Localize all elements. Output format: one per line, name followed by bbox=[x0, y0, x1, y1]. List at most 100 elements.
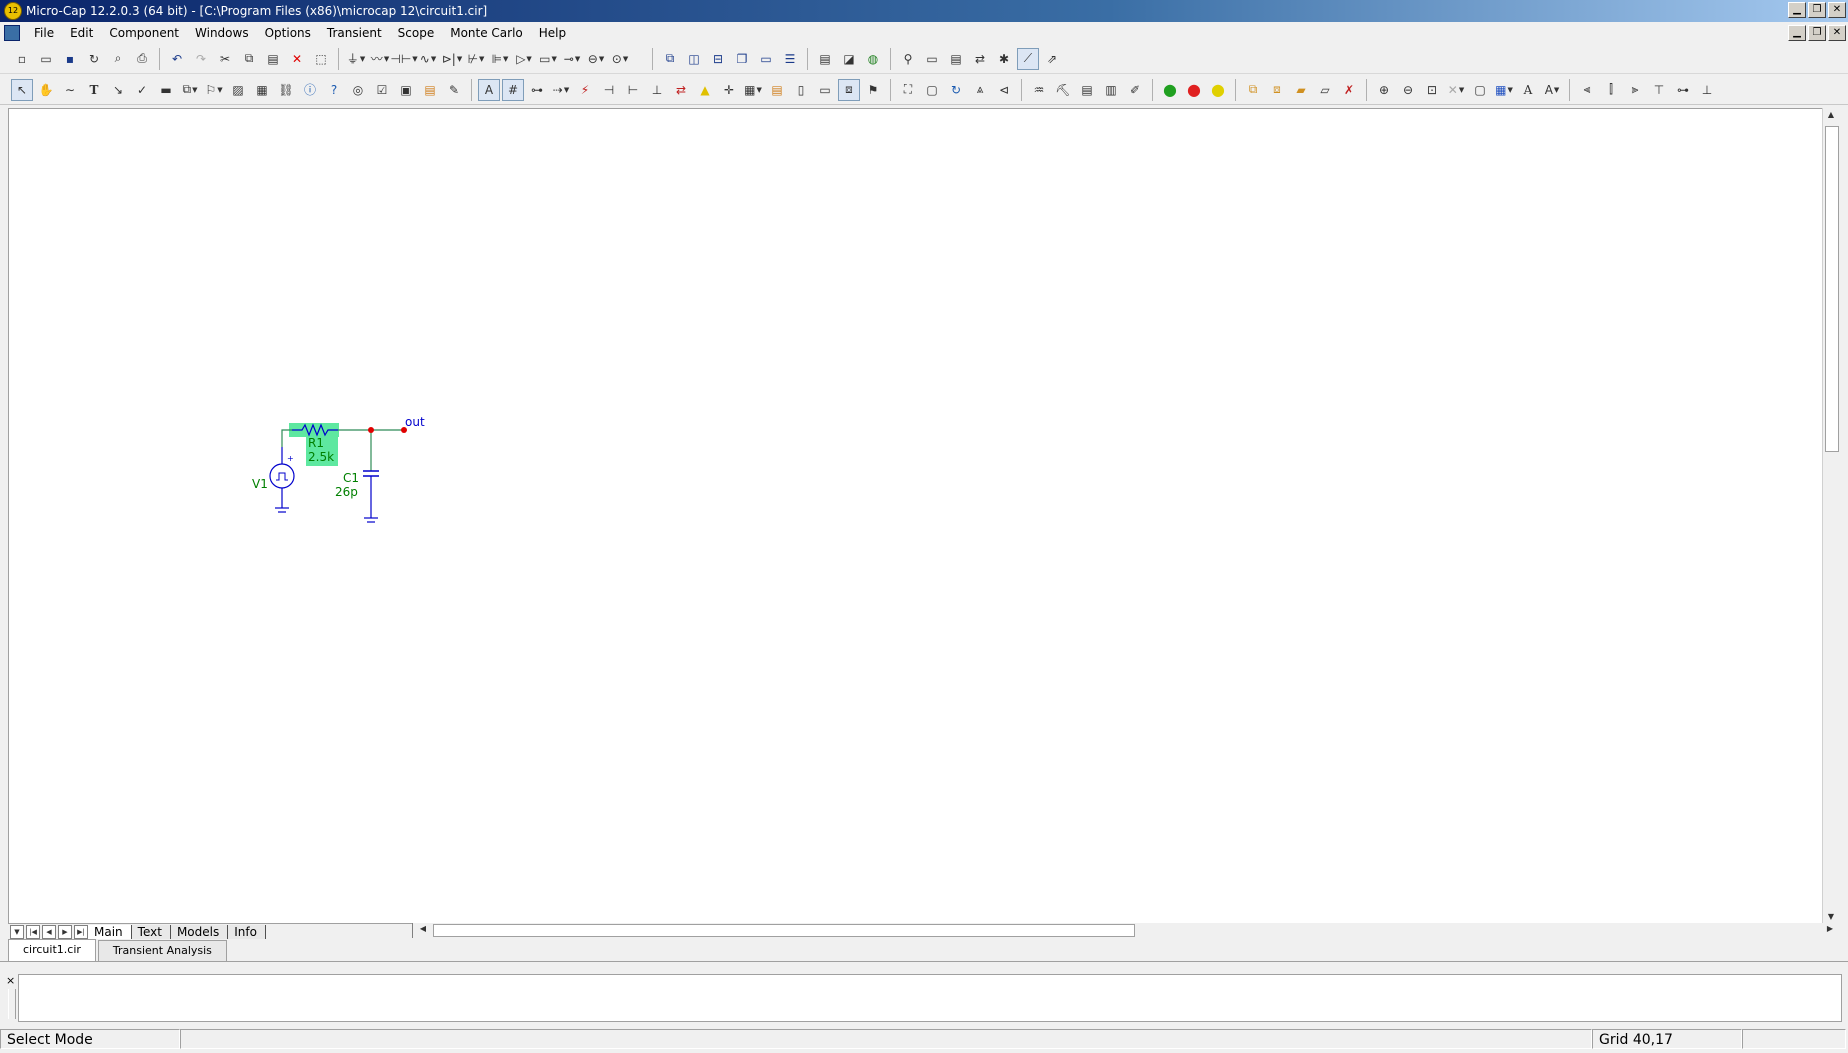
print-preview-icon[interactable]: ⌕ bbox=[107, 48, 129, 70]
group-icon[interactable]: ⧉ bbox=[1242, 79, 1264, 101]
menu-scope[interactable]: Scope bbox=[390, 26, 443, 40]
sheet-tab-models[interactable]: Models bbox=[170, 924, 229, 939]
transient-icon[interactable]: ▤ bbox=[945, 48, 967, 70]
horizontal-scrollbar[interactable]: ◀ ▶ bbox=[412, 923, 1840, 938]
scroll-left-arrow-icon[interactable]: ◀ bbox=[415, 924, 431, 933]
ground-icon[interactable]: ⏚ ▼ bbox=[345, 48, 367, 70]
mdi-restore-button[interactable]: ❐ bbox=[1808, 25, 1826, 41]
diode-icon[interactable]: ⊳| ▼ bbox=[441, 48, 463, 70]
scroll-down-arrow-icon[interactable]: ▼ bbox=[1823, 912, 1839, 921]
power-icon[interactable]: ⊣ bbox=[598, 79, 620, 101]
r1-ref-label[interactable]: R1 bbox=[308, 436, 324, 450]
maximize-icon[interactable]: ▭ bbox=[755, 48, 777, 70]
voltage-source-v1[interactable] bbox=[269, 463, 295, 489]
mdi-close-button[interactable]: ✕ bbox=[1828, 25, 1846, 41]
restore-icon[interactable]: ❐ bbox=[731, 48, 753, 70]
menu-windows[interactable]: Windows bbox=[187, 26, 257, 40]
conditions-icon[interactable]: ⊢ bbox=[622, 79, 644, 101]
scroll-up-arrow-icon[interactable]: ▲ bbox=[1823, 110, 1839, 119]
text-mode-icon[interactable]: T bbox=[83, 79, 105, 101]
red-stop-icon[interactable]: ● bbox=[1183, 79, 1205, 101]
c1-value-label[interactable]: 26p bbox=[335, 485, 358, 499]
current-icon[interactable]: ⇢ ▼ bbox=[550, 79, 572, 101]
zoom-in-icon[interactable]: ⊕ bbox=[1373, 79, 1395, 101]
close-button[interactable]: ✕ bbox=[1828, 2, 1846, 18]
table-icon[interactable]: ▦ bbox=[251, 79, 273, 101]
panel-grip[interactable] bbox=[8, 989, 16, 1019]
sheet-dropdown-icon[interactable]: ▼ bbox=[10, 924, 24, 939]
help-icon[interactable]: ? bbox=[323, 79, 345, 101]
probe-icon[interactable]: ⚲ bbox=[897, 48, 919, 70]
grid-icon[interactable]: ▦ ▼ bbox=[742, 79, 764, 101]
voltage-icon[interactable]: ⚡ bbox=[574, 79, 596, 101]
zoom-out-icon[interactable]: ⊖ bbox=[1397, 79, 1419, 101]
rubberband-icon[interactable]: ⛶ bbox=[897, 79, 919, 101]
tile-horizontal-icon[interactable]: ⊟ bbox=[707, 48, 729, 70]
doc-tab-circuit[interactable]: circuit1.cir bbox=[8, 939, 96, 961]
sheet-tab-main[interactable]: Main bbox=[88, 924, 132, 939]
arrows-icon[interactable]: ⇄ bbox=[670, 79, 692, 101]
scroll-right-arrow-icon[interactable]: ▶ bbox=[1822, 924, 1838, 933]
model-icon[interactable]: ◍ bbox=[862, 48, 884, 70]
select-mode-icon[interactable]: ↖ bbox=[11, 78, 33, 101]
vertical-scroll-thumb[interactable] bbox=[1825, 126, 1839, 452]
replace-icon[interactable]: ⛏ bbox=[1052, 79, 1074, 101]
font-size-icon[interactable]: A ▼ bbox=[1541, 79, 1563, 101]
menu-help[interactable]: Help bbox=[531, 26, 574, 40]
find-icon[interactable]: ♒ bbox=[1028, 79, 1050, 101]
cleanup-icon[interactable]: ✐ bbox=[1124, 79, 1146, 101]
yellow-dots-icon[interactable]: ● bbox=[1207, 79, 1229, 101]
next-sheet-icon[interactable]: ▶ bbox=[58, 924, 72, 939]
voltage-source-icon[interactable]: ⊖ ▼ bbox=[585, 48, 607, 70]
subckt-icon[interactable]: ▭ ▼ bbox=[537, 48, 559, 70]
color-icon[interactable]: ▦ ▼ bbox=[1493, 79, 1515, 101]
node-label-out[interactable]: out bbox=[405, 415, 425, 429]
energy-icon[interactable]: ⊥ bbox=[646, 79, 668, 101]
delete-icon[interactable]: ✕ bbox=[286, 48, 308, 70]
node-numbers-icon[interactable]: # bbox=[502, 78, 524, 101]
list-icon[interactable]: ☰ bbox=[779, 48, 801, 70]
box-icon[interactable]: ⧈ bbox=[838, 78, 860, 101]
cut-icon[interactable]: ✂ bbox=[214, 48, 236, 70]
first-sheet-icon[interactable]: |◀ bbox=[26, 924, 40, 939]
bus-icon[interactable]: ▬ bbox=[155, 79, 177, 101]
align-middle-icon[interactable]: ⊶ bbox=[1672, 79, 1694, 101]
align-top-icon[interactable]: ⊤ bbox=[1648, 79, 1670, 101]
print-icon[interactable]: ⎙ bbox=[131, 48, 153, 70]
component-editor-icon[interactable]: ▤ bbox=[814, 48, 836, 70]
menu-component[interactable]: Component bbox=[101, 26, 187, 40]
output-text-area[interactable] bbox=[18, 974, 1842, 1022]
shape-editor-icon[interactable]: ◪ bbox=[838, 48, 860, 70]
zoom-fit-icon[interactable]: ⊡ bbox=[1421, 79, 1443, 101]
point-to-end-icon[interactable]: ◎ bbox=[347, 79, 369, 101]
v1-ref-label[interactable]: V1 bbox=[252, 477, 268, 491]
open-file-icon[interactable]: ▭ bbox=[35, 48, 57, 70]
wire-style-icon[interactable]: ✕ ▼ bbox=[1445, 79, 1467, 101]
menu-edit[interactable]: Edit bbox=[62, 26, 101, 40]
rotate-icon[interactable]: ↻ bbox=[945, 79, 967, 101]
doc-icon[interactable]: ▯ bbox=[790, 79, 812, 101]
align-center-icon[interactable]: ⫿ bbox=[1600, 79, 1622, 101]
probe-text-icon[interactable]: ⚑ bbox=[862, 79, 884, 101]
flip-x-icon[interactable]: ⩓ bbox=[969, 79, 991, 101]
menu-options[interactable]: Options bbox=[257, 26, 319, 40]
page-icon[interactable]: ▤ bbox=[766, 79, 788, 101]
attribute-icon[interactable]: ▤ bbox=[419, 79, 441, 101]
rectangle-icon[interactable]: ▢ bbox=[921, 79, 943, 101]
crosshair-icon[interactable]: ✛ bbox=[718, 79, 740, 101]
mosfet-icon[interactable]: ⊫ ▼ bbox=[489, 48, 511, 70]
schematic-canvas[interactable]: out + R1 2.5k C1 26p V1 bbox=[8, 108, 1824, 925]
macro-icon[interactable]: ⧉ ▼ bbox=[179, 79, 201, 101]
remove-icon[interactable]: ✗ bbox=[1338, 79, 1360, 101]
edit-text-icon[interactable]: ✎ bbox=[443, 79, 465, 101]
text-attr-icon[interactable]: A bbox=[478, 78, 500, 101]
align-right-icon[interactable]: ⫸ bbox=[1624, 79, 1646, 101]
export-icon[interactable]: ▱ bbox=[1314, 79, 1336, 101]
sheet-tab-info[interactable]: Info bbox=[228, 924, 266, 939]
folder-icon[interactable]: ▰ bbox=[1290, 79, 1312, 101]
green-run-icon[interactable]: ● bbox=[1159, 79, 1181, 101]
flag-icon[interactable]: ⚐ ▼ bbox=[203, 79, 225, 101]
save-icon[interactable]: ▪ bbox=[59, 48, 81, 70]
close-icon[interactable]: × bbox=[6, 974, 15, 987]
select-all-icon[interactable]: ⬚ bbox=[310, 48, 332, 70]
